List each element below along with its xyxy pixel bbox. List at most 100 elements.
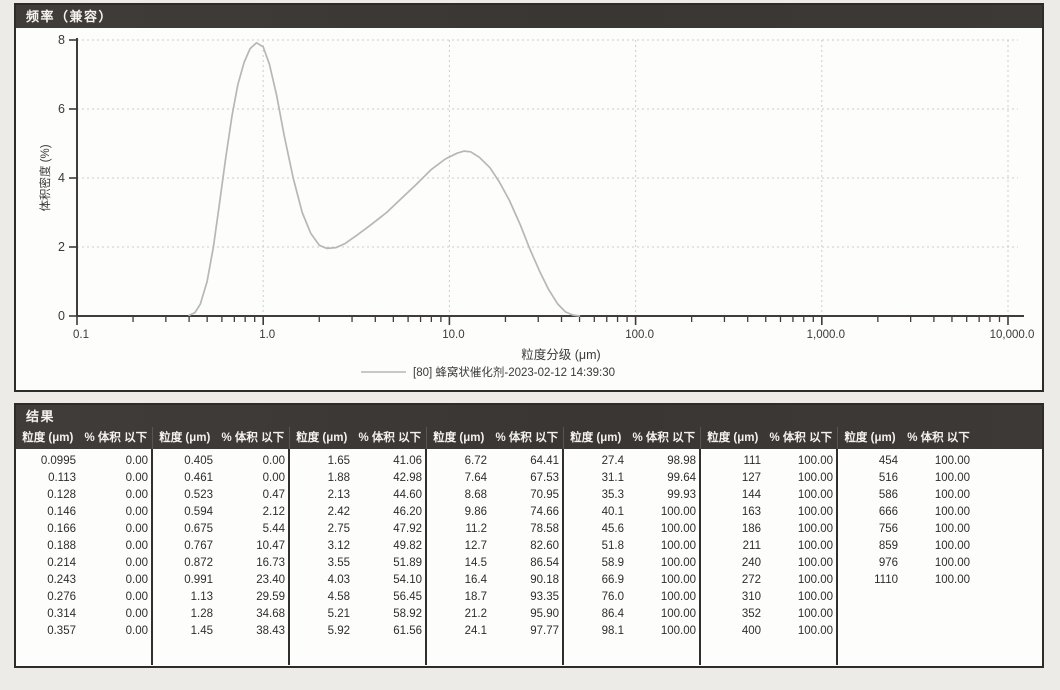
table-row: 16.490.18 xyxy=(427,572,562,589)
pct-value: 46.20 xyxy=(350,504,422,521)
pct-value: 34.68 xyxy=(213,606,285,623)
table-row: 272100.00 xyxy=(701,572,836,589)
svg-text:1,000.0: 1,000.0 xyxy=(807,329,845,341)
svg-text:1.0: 1.0 xyxy=(259,329,275,341)
table-row: 86.4100.00 xyxy=(564,606,699,623)
table-row: 0.1130.00 xyxy=(16,470,151,487)
pct-column-header: % 体积 以下 xyxy=(491,427,563,449)
results-panel: 结果 粒度 (μm)% 体积 以下粒度 (μm)% 体积 以下粒度 (μm)% … xyxy=(14,403,1044,668)
size-value: 4.03 xyxy=(290,572,350,589)
table-column-group: 6.7264.417.6467.538.6870.959.8674.6611.2… xyxy=(427,449,564,665)
table-row: 11.278.58 xyxy=(427,521,562,538)
size-value: 1.28 xyxy=(153,606,213,623)
table-row: 9.8674.66 xyxy=(427,504,562,521)
table-column-group: 0.4050.000.4610.000.5230.470.5942.120.67… xyxy=(153,449,290,665)
table-row: 7.6467.53 xyxy=(427,470,562,487)
table-row: 0.3140.00 xyxy=(16,606,151,623)
size-value: 0.405 xyxy=(153,453,213,470)
pct-value: 67.53 xyxy=(487,470,559,487)
table-row: 24.197.77 xyxy=(427,623,562,640)
pct-value: 10.47 xyxy=(213,538,285,555)
table-row: 310100.00 xyxy=(701,589,836,606)
size-value: 186 xyxy=(701,521,761,538)
size-value: 144 xyxy=(701,487,761,504)
size-value: 7.64 xyxy=(427,470,487,487)
table-row: 1.8842.98 xyxy=(290,470,425,487)
table-row: 27.498.98 xyxy=(564,453,699,470)
table-row: 0.4610.00 xyxy=(153,470,288,487)
frequency-panel: 频率（兼容） 024680.11.010.0100.01,000.010,000… xyxy=(14,3,1044,392)
pct-value: 44.60 xyxy=(350,487,422,504)
pct-value: 16.73 xyxy=(213,555,285,572)
table-column-group: 111100.00127100.00144100.00163100.001861… xyxy=(701,449,838,665)
pct-value: 100.00 xyxy=(898,453,970,470)
pct-value: 0.00 xyxy=(213,453,285,470)
pct-value: 0.00 xyxy=(76,589,148,606)
column-group-header: 粒度 (μm)% 体积 以下 xyxy=(153,427,290,449)
pct-value: 78.58 xyxy=(487,521,559,538)
pct-column-header: % 体积 以下 xyxy=(628,427,700,449)
pct-value: 95.90 xyxy=(487,606,559,623)
pct-value: 100.00 xyxy=(624,606,696,623)
size-column-header: 粒度 (μm) xyxy=(290,427,354,449)
pct-value: 100.00 xyxy=(898,470,970,487)
table-row: 0.2760.00 xyxy=(16,589,151,606)
size-value: 1.13 xyxy=(153,589,213,606)
table-row: 2.1344.60 xyxy=(290,487,425,504)
table-column-group: 0.09950.000.1130.000.1280.000.1460.000.1… xyxy=(16,449,153,665)
table-row: 0.5230.47 xyxy=(153,487,288,504)
table-row: 1.6541.06 xyxy=(290,453,425,470)
table-row: 240100.00 xyxy=(701,555,836,572)
pct-value: 90.18 xyxy=(487,572,559,589)
size-value: 310 xyxy=(701,589,761,606)
table-row: 58.9100.00 xyxy=(564,555,699,572)
column-group-header: 粒度 (μm)% 体积 以下 xyxy=(427,427,564,449)
pct-value: 100.00 xyxy=(761,487,833,504)
size-value: 0.357 xyxy=(16,623,76,640)
column-group-header: 粒度 (μm)% 体积 以下 xyxy=(838,427,1042,449)
pct-value: 100.00 xyxy=(898,538,970,555)
table-row: 1110100.00 xyxy=(838,572,1042,589)
pct-value: 29.59 xyxy=(213,589,285,606)
size-value: 66.9 xyxy=(564,572,624,589)
table-row: 51.8100.00 xyxy=(564,538,699,555)
table-row: 0.76710.47 xyxy=(153,538,288,555)
size-value: 0.675 xyxy=(153,521,213,538)
pct-value: 100.00 xyxy=(761,521,833,538)
size-value: 35.3 xyxy=(564,487,624,504)
pct-value: 100.00 xyxy=(761,589,833,606)
size-value: 2.75 xyxy=(290,521,350,538)
frequency-panel-title: 频率（兼容） xyxy=(16,5,1042,28)
size-value: 0.523 xyxy=(153,487,213,504)
pct-value: 0.00 xyxy=(76,623,148,640)
table-row: 111100.00 xyxy=(701,453,836,470)
pct-value: 99.93 xyxy=(624,487,696,504)
pct-value: 0.00 xyxy=(76,470,148,487)
size-value: 1.88 xyxy=(290,470,350,487)
pct-value: 56.45 xyxy=(350,589,422,606)
pct-value: 100.00 xyxy=(624,572,696,589)
pct-value: 0.00 xyxy=(76,606,148,623)
size-value: 0.461 xyxy=(153,470,213,487)
size-value: 2.13 xyxy=(290,487,350,504)
size-value: 8.68 xyxy=(427,487,487,504)
table-row: 0.2140.00 xyxy=(16,555,151,572)
pct-value: 100.00 xyxy=(624,521,696,538)
pct-value: 42.98 xyxy=(350,470,422,487)
table-row: 98.1100.00 xyxy=(564,623,699,640)
table-row: 0.1280.00 xyxy=(16,487,151,504)
pct-value: 100.00 xyxy=(761,606,833,623)
table-row: 35.399.93 xyxy=(564,487,699,504)
pct-value: 100.00 xyxy=(898,521,970,538)
pct-value: 100.00 xyxy=(898,504,970,521)
size-value: 0.0995 xyxy=(16,453,76,470)
size-value: 756 xyxy=(838,521,898,538)
psd-chart-svg: 024680.11.010.0100.01,000.010,000.0粒度分级 … xyxy=(16,28,1042,390)
pct-column-header: % 体积 以下 xyxy=(765,427,837,449)
table-row: 76.0100.00 xyxy=(564,589,699,606)
table-row: 144100.00 xyxy=(701,487,836,504)
pct-value: 5.44 xyxy=(213,521,285,538)
results-table: 0.09950.000.1130.000.1280.000.1460.000.1… xyxy=(16,449,1042,665)
report-page: { "frequency_panel": { "title": "频率（兼容）"… xyxy=(0,0,1060,690)
table-row: 45.6100.00 xyxy=(564,521,699,538)
